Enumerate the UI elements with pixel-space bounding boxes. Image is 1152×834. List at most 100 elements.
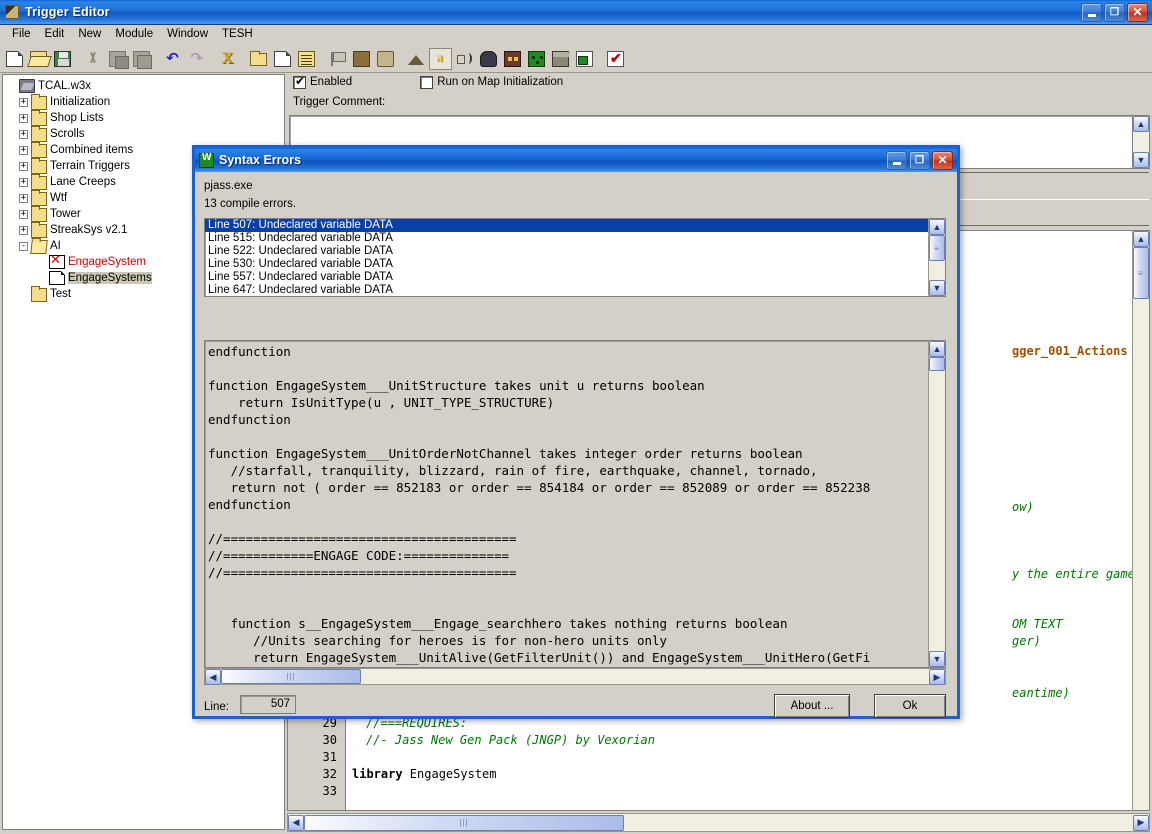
- line-number-input[interactable]: 507: [240, 695, 296, 714]
- sidebar-item-shop-lists[interactable]: + Shop Lists: [5, 110, 282, 126]
- tree-expander[interactable]: +: [19, 225, 28, 235]
- error-list[interactable]: Line 507: Undeclared variable DATA Line …: [204, 218, 946, 297]
- ok-button[interactable]: Ok: [874, 694, 946, 718]
- cut-button[interactable]: [82, 48, 105, 70]
- error-list-item[interactable]: Line 530: Undeclared variable DATA: [205, 258, 928, 271]
- code-preview-inner: endfunction function EngageSystem___Unit…: [205, 341, 928, 667]
- scroll-right-button[interactable]: ▶: [1133, 814, 1149, 831]
- menu-item-file[interactable]: File: [5, 26, 38, 42]
- new-comment-button[interactable]: [295, 48, 318, 70]
- code-fragment-text: gger_001_Actions ): [1012, 344, 1132, 358]
- scroll-up-button[interactable]: ▲: [1133, 116, 1149, 132]
- tree-expander[interactable]: +: [19, 177, 28, 187]
- code-preview-horizontal-scrollbar[interactable]: ◀ ||| ▶: [204, 668, 946, 685]
- terrain-editor-button[interactable]: [405, 48, 428, 70]
- ai-editor-button[interactable]: [525, 48, 548, 70]
- menu-item-module[interactable]: Module: [108, 26, 160, 42]
- yellow-x-icon: X: [221, 49, 234, 67]
- copy-button[interactable]: [106, 48, 129, 70]
- sidebar-item-initialization[interactable]: + Initialization: [5, 94, 282, 110]
- scrollbar-thumb[interactable]: |||: [221, 669, 361, 684]
- error-list-item[interactable]: Line 507: Undeclared variable DATA: [205, 219, 928, 232]
- scroll-down-button[interactable]: ▼: [929, 651, 945, 667]
- open-file-button[interactable]: [27, 48, 50, 70]
- object-editor-button[interactable]: [477, 48, 500, 70]
- scroll-up-button[interactable]: ▲: [1133, 231, 1149, 247]
- object-manager-button[interactable]: [549, 48, 572, 70]
- tree-expander[interactable]: +: [19, 97, 28, 107]
- about-button[interactable]: About ...: [774, 694, 850, 718]
- scroll-right-button[interactable]: ▶: [929, 669, 945, 685]
- sound-editor-button[interactable]: [453, 48, 476, 70]
- close-button[interactable]: [1127, 2, 1148, 22]
- scroll-down-button[interactable]: ▼: [1133, 152, 1149, 168]
- campaign-editor-button[interactable]: [501, 48, 524, 70]
- trigger-editor-button[interactable]: a: [429, 47, 452, 70]
- maximize-button[interactable]: [1104, 2, 1125, 22]
- convert-to-custom-text-button[interactable]: [350, 48, 373, 70]
- paste-icon: [133, 50, 152, 69]
- scrollbar-track[interactable]: [1133, 299, 1149, 810]
- new-trigger-button[interactable]: [271, 48, 294, 70]
- scroll-up-button[interactable]: ▲: [929, 219, 945, 235]
- menu-item-new[interactable]: New: [71, 26, 108, 42]
- scroll-left-button[interactable]: ◀: [205, 669, 221, 685]
- save-file-button[interactable]: [51, 48, 74, 70]
- tree-expander[interactable]: -: [19, 241, 28, 251]
- yellow-folder-icon: [250, 51, 267, 66]
- tree-expander[interactable]: +: [19, 161, 28, 171]
- comment-scrollbar[interactable]: ▲ ▼: [1133, 115, 1150, 169]
- paste-button[interactable]: [130, 48, 153, 70]
- scroll-down-button[interactable]: ▼: [929, 280, 945, 296]
- tree-expander[interactable]: +: [19, 193, 28, 203]
- code-preview-scrollbar[interactable]: ▲ ▼: [928, 341, 945, 667]
- scrollbar-thumb[interactable]: ≡: [929, 235, 945, 261]
- tree-expander[interactable]: +: [19, 209, 28, 219]
- dialog-minimize-button[interactable]: [886, 150, 907, 170]
- scrollbar-track[interactable]: [1133, 132, 1149, 152]
- dialog-close-button[interactable]: [932, 150, 953, 170]
- menu-item-edit[interactable]: Edit: [38, 26, 72, 42]
- tree-expander[interactable]: +: [19, 129, 28, 139]
- new-category-button[interactable]: [247, 48, 270, 70]
- syntax-errors-dialog: Syntax Errors pjass.exe 13 compile error…: [192, 145, 960, 719]
- line-number: 31: [322, 750, 337, 764]
- scrollbar-thumb[interactable]: |||: [304, 814, 624, 831]
- error-list-item[interactable]: Line 647: Undeclared variable DATA: [205, 284, 928, 296]
- scroll-left-button[interactable]: ◀: [288, 814, 304, 831]
- menu-item-window[interactable]: Window: [160, 26, 215, 42]
- scrollbar-thumb[interactable]: [929, 357, 945, 371]
- scrollbar-thumb[interactable]: ≡: [1133, 247, 1149, 299]
- scroll-up-button[interactable]: ▲: [929, 341, 945, 357]
- tree-item-root[interactable]: TCAL.w3x: [5, 78, 282, 94]
- code-horizontal-scrollbar[interactable]: ◀ ||| ▶: [287, 813, 1150, 832]
- code-preview-box[interactable]: endfunction function EngageSystem___Unit…: [204, 340, 946, 668]
- error-list-item[interactable]: Line 557: Undeclared variable DATA: [205, 271, 928, 284]
- menu-item-tesh[interactable]: TESH: [215, 26, 260, 42]
- line-number: 30: [322, 733, 337, 747]
- scrollbar-track[interactable]: [929, 261, 945, 280]
- scrollbar-track[interactable]: [361, 669, 929, 684]
- code-vertical-scrollbar[interactable]: ▲ ≡: [1132, 231, 1149, 810]
- hand-button[interactable]: [374, 48, 397, 70]
- code-text: EngageSystem: [402, 767, 497, 781]
- folder-open-icon: [30, 240, 48, 254]
- tree-expander[interactable]: +: [19, 113, 28, 123]
- redo-button[interactable]: ↷: [185, 48, 208, 70]
- enabled-checkbox[interactable]: [293, 74, 306, 89]
- test-map-button[interactable]: [604, 48, 627, 70]
- delete-button[interactable]: X: [216, 48, 239, 70]
- error-list-item[interactable]: Line 515: Undeclared variable DATA: [205, 232, 928, 245]
- scrollbar-track[interactable]: [929, 371, 945, 651]
- minimize-button[interactable]: [1081, 2, 1102, 22]
- new-variable-button[interactable]: [326, 48, 349, 70]
- dialog-maximize-button[interactable]: [909, 150, 930, 170]
- tree-expander[interactable]: +: [19, 145, 28, 155]
- error-list-scrollbar[interactable]: ▲ ≡ ▼: [928, 219, 945, 296]
- sidebar-item-scrolls[interactable]: + Scrolls: [5, 126, 282, 142]
- new-file-button[interactable]: [3, 48, 26, 70]
- error-list-item[interactable]: Line 522: Undeclared variable DATA: [205, 245, 928, 258]
- import-manager-button[interactable]: [573, 48, 596, 70]
- run-on-map-init-checkbox[interactable]: [420, 75, 434, 89]
- undo-button[interactable]: ↶: [161, 48, 184, 70]
